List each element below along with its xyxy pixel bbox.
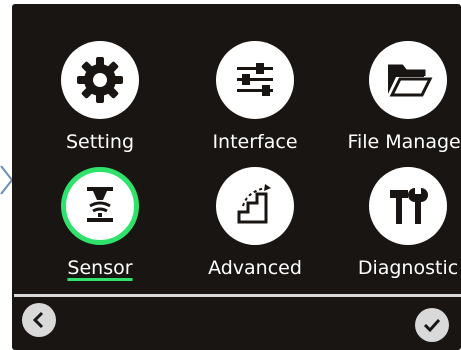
menu-item-advanced[interactable]: Advanced xyxy=(185,142,325,279)
check-icon xyxy=(423,318,441,333)
menu-item-label: Diagnostic xyxy=(357,257,459,279)
chevron-left-icon xyxy=(32,311,44,329)
back-button[interactable] xyxy=(22,303,56,337)
bottom-divider xyxy=(14,294,461,297)
sliders-icon xyxy=(216,41,294,119)
menu-item-file-manager[interactable]: File Manager xyxy=(338,16,461,153)
folder-icon xyxy=(369,41,447,119)
stairs-icon xyxy=(216,167,294,245)
ok-button[interactable] xyxy=(415,308,449,342)
menu-item-sensor[interactable]: Sensor xyxy=(30,142,170,279)
menu-grid: Setting Interface File Manager Sensor Ad… xyxy=(12,4,461,294)
menu-item-setting[interactable]: Setting xyxy=(30,16,170,153)
device-screen: Setting Interface File Manager Sensor Ad… xyxy=(12,4,461,350)
gear-icon xyxy=(61,41,139,119)
menu-item-diagnostic[interactable]: Diagnostic xyxy=(338,142,461,279)
menu-item-label: Advanced xyxy=(208,257,302,279)
menu-item-label: Sensor xyxy=(67,257,133,279)
menu-item-interface[interactable]: Interface xyxy=(185,16,325,153)
tools-icon xyxy=(369,167,447,245)
sensor-icon xyxy=(61,167,139,245)
